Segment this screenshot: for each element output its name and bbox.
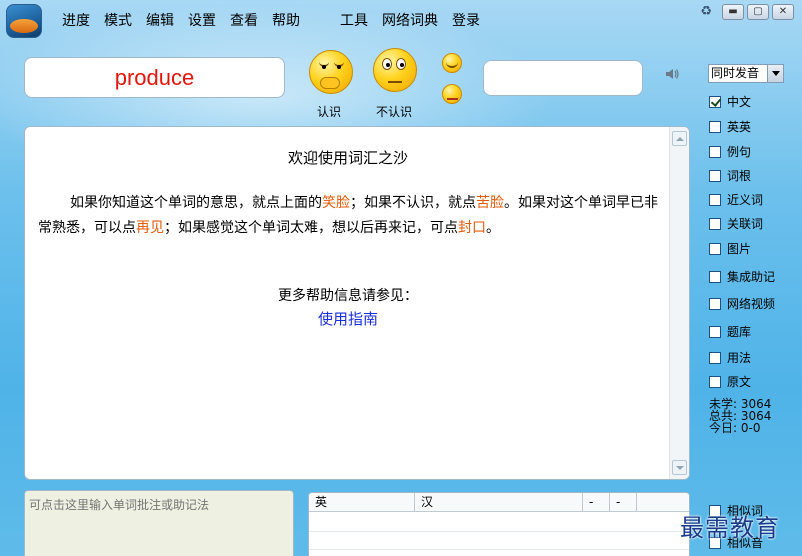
scroll-down-icon[interactable]	[672, 460, 687, 475]
option-label: 关联词	[727, 217, 764, 231]
checkbox-english[interactable]	[709, 120, 721, 133]
help-text-5: 。	[486, 220, 500, 236]
hl-smile: 笑脸	[322, 195, 350, 211]
menu-mode[interactable]: 模式	[104, 10, 132, 30]
smile-face-icon[interactable]	[309, 50, 353, 94]
word-stats: 未学: 3064 总共: 3064 今日: 0-0	[709, 398, 771, 434]
pronounce-mode-value: 同时发音	[711, 66, 760, 80]
option-label: 集成助记	[727, 270, 776, 284]
watermark-text: 最需教育	[680, 514, 780, 542]
option-label: 例句	[727, 145, 752, 159]
col-extra-1[interactable]: -	[583, 493, 610, 512]
col-english[interactable]: 英	[309, 493, 415, 512]
checkbox-example[interactable]	[709, 145, 721, 158]
option-label: 图片	[727, 242, 752, 256]
vertical-scrollbar[interactable]	[669, 127, 689, 479]
menu-bar: 进度 模式 编辑 设置 查看 帮助 工具 网络词典 登录	[62, 10, 494, 30]
checkbox-quiz[interactable]	[709, 325, 721, 338]
option-example[interactable]: 例句	[709, 143, 751, 160]
hl-sad: 苦脸	[476, 195, 504, 211]
stat-today: 今日: 0-0	[709, 421, 761, 435]
welcome-title: 欢迎使用词汇之沙	[287, 149, 408, 167]
scroll-up-icon[interactable]	[672, 131, 687, 146]
close-button[interactable]: ✕	[772, 4, 794, 20]
menu-settings[interactable]: 设置	[188, 10, 216, 30]
skin-shirt-icon[interactable]: ♻	[700, 4, 712, 19]
window-controls: ▬ ▢ ✕	[722, 4, 794, 20]
word-list-table: 英 汉 - -	[308, 492, 690, 556]
option-mnemonic[interactable]: 集成助记	[709, 268, 775, 285]
table-header: 英 汉 - -	[309, 493, 689, 512]
menu-tools[interactable]: 工具	[340, 10, 368, 30]
table-row	[309, 549, 689, 550]
checkbox-usage[interactable]	[709, 351, 721, 364]
option-root[interactable]: 词根	[709, 167, 751, 184]
menu-help[interactable]: 帮助	[272, 10, 300, 30]
option-label: 中文	[727, 95, 752, 109]
maximize-button[interactable]: ▢	[747, 4, 769, 20]
option-chinese[interactable]: 中文	[709, 93, 751, 110]
menu-login[interactable]: 登录	[452, 10, 480, 30]
help-text: 如果你知道这个单词的意思，就点上面的笑脸；如果不认识，就点苦脸。如果对这个单词早…	[38, 191, 658, 241]
col-chinese[interactable]: 汉	[415, 493, 583, 512]
option-synonym[interactable]: 近义词	[709, 191, 763, 208]
checkbox-root[interactable]	[709, 169, 721, 182]
current-word: produce	[24, 57, 285, 98]
pronounce-mode-select[interactable]: 同时发音	[708, 64, 784, 83]
checkbox-video[interactable]	[709, 297, 721, 310]
app-logo-icon	[6, 4, 42, 38]
more-help: 更多帮助信息请参见：	[278, 288, 418, 304]
option-usage[interactable]: 用法	[709, 349, 751, 366]
speaker-icon[interactable]	[664, 66, 680, 82]
checkbox-chinese[interactable]	[709, 95, 721, 108]
menu-online-dict[interactable]: 网络词典	[382, 10, 438, 30]
col-extra-2[interactable]: -	[610, 493, 637, 512]
sealed-face-icon[interactable]	[442, 84, 462, 104]
help-text-1: 如果你知道这个单词的意思，就点上面的	[70, 195, 322, 211]
search-input[interactable]	[483, 60, 643, 96]
note-input[interactable]	[24, 490, 294, 556]
option-related[interactable]: 关联词	[709, 215, 763, 232]
option-label: 原文	[727, 375, 752, 389]
checkbox-original[interactable]	[709, 375, 721, 388]
help-text-4: ；如果感觉这个单词太难，想以后再来记，可点	[164, 220, 458, 236]
menu-view[interactable]: 查看	[230, 10, 258, 30]
chevron-down-icon[interactable]	[767, 65, 783, 82]
menu-edit[interactable]: 编辑	[146, 10, 174, 30]
table-row	[309, 531, 689, 532]
user-guide-link[interactable]: 使用指南	[25, 308, 671, 329]
hl-goodbye: 再见	[136, 220, 164, 236]
definition-panel: 欢迎使用词汇之沙 如果你知道这个单词的意思，就点上面的笑脸；如果不认识，就点苦脸…	[24, 126, 690, 480]
checkbox-related[interactable]	[709, 217, 721, 230]
option-image[interactable]: 图片	[709, 240, 751, 257]
checkbox-synonym[interactable]	[709, 193, 721, 206]
minimize-button[interactable]: ▬	[722, 4, 744, 20]
menu-progress[interactable]: 进度	[62, 10, 90, 30]
goodbye-face-icon[interactable]	[442, 53, 462, 73]
option-label: 英英	[727, 120, 752, 134]
option-label: 近义词	[727, 193, 764, 207]
hl-seal: 封口	[458, 220, 486, 236]
checkbox-image[interactable]	[709, 242, 721, 255]
option-quiz[interactable]: 题库	[709, 323, 751, 340]
help-text-2: ；如果不认识，就点	[350, 195, 476, 211]
checkbox-mnemonic[interactable]	[709, 270, 721, 283]
option-label: 题库	[727, 325, 752, 339]
unknown-label: 不认识	[376, 105, 413, 119]
option-label: 用法	[727, 351, 752, 365]
option-english[interactable]: 英英	[709, 118, 751, 135]
option-original[interactable]: 原文	[709, 373, 751, 390]
know-label: 认识	[317, 105, 342, 119]
confused-face-icon[interactable]	[373, 48, 417, 92]
option-video[interactable]: 网络视频	[709, 295, 775, 312]
option-label: 网络视频	[727, 297, 776, 311]
option-label: 词根	[727, 169, 752, 183]
